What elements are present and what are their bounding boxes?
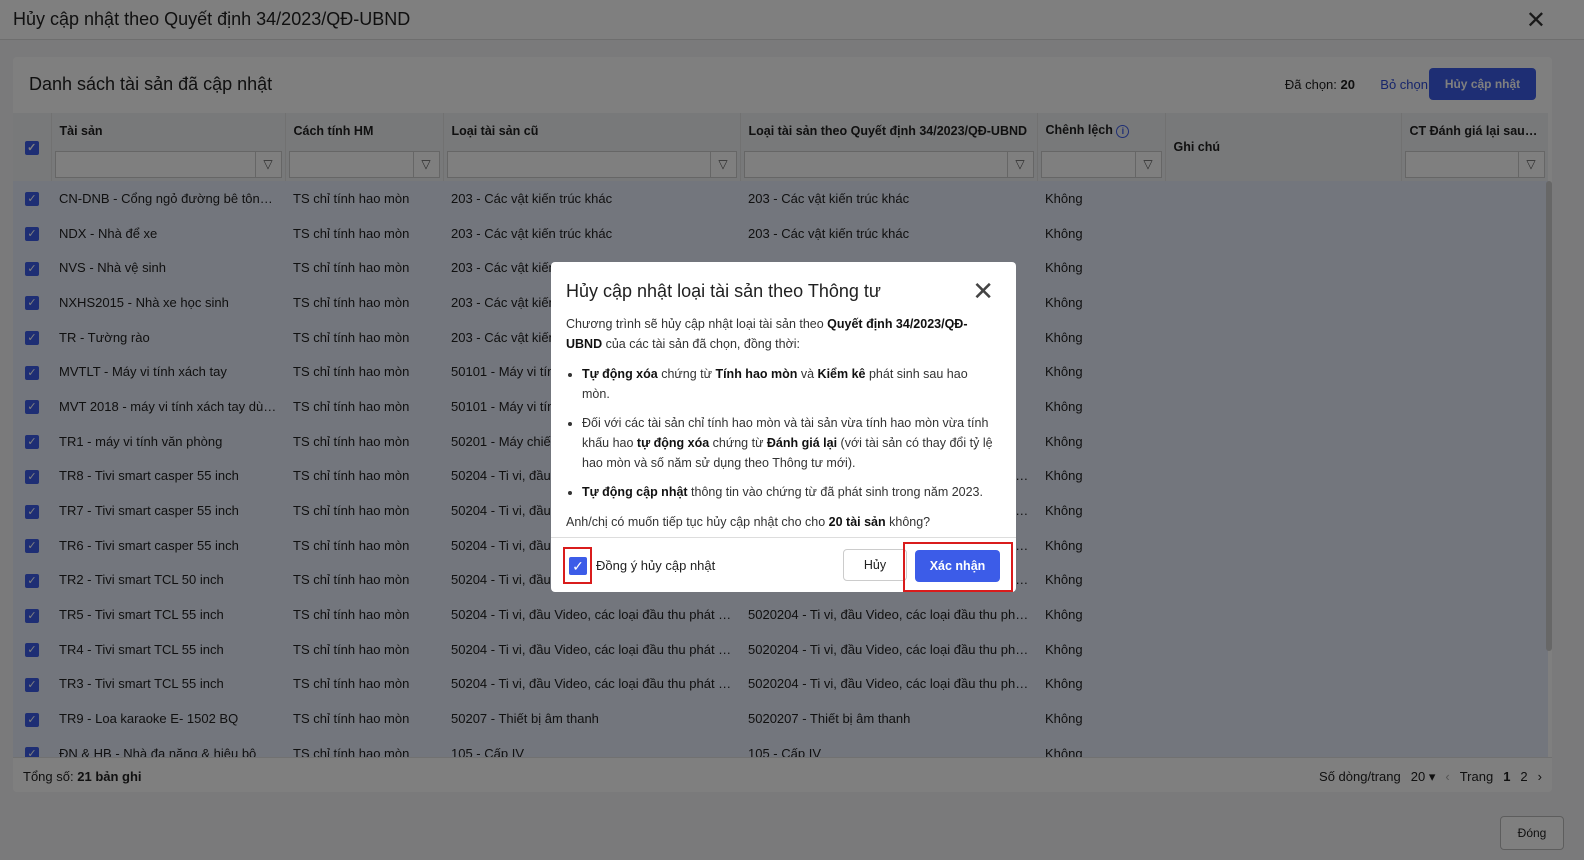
divider xyxy=(551,537,1016,538)
t: Kiểm kê xyxy=(817,367,866,381)
t: Tính hao mòn xyxy=(715,367,798,381)
dialog-close-icon[interactable]: ✕ xyxy=(972,276,994,307)
t: và xyxy=(797,367,818,381)
confirm-dialog: Hủy cập nhật loại tài sản theo Thông tư … xyxy=(551,262,1016,592)
t: 20 tài sản xyxy=(828,515,886,529)
t: tự động xóa xyxy=(636,436,710,450)
t: của các tài sản đã chọn, đồng thời: xyxy=(602,337,801,351)
t: Tự động xóa xyxy=(582,367,658,381)
dialog-cancel-button[interactable]: Hủy xyxy=(843,549,907,581)
t: Tự động cập nhật xyxy=(582,485,688,499)
t: chứng từ xyxy=(709,436,767,450)
t: Chương trình sẽ hủy cập nhật loại tài sả… xyxy=(566,317,828,331)
agree-checkbox-highlight: ✓ xyxy=(563,547,592,584)
agree-checkbox[interactable]: ✓ xyxy=(569,557,587,575)
confirm-button[interactable]: Xác nhận xyxy=(915,550,1000,582)
t: chứng từ xyxy=(657,367,716,381)
t: Đánh giá lại xyxy=(766,436,838,450)
confirm-button-highlight: Xác nhận xyxy=(903,542,1013,592)
bullet-1: Tự động xóa chứng từ Tính hao mòn và Kiể… xyxy=(582,364,996,404)
dialog-title: Hủy cập nhật loại tài sản theo Thông tư xyxy=(566,281,881,301)
dialog-body: Chương trình sẽ hủy cập nhật loại tài sả… xyxy=(566,314,996,532)
dialog-question: Anh/chị có muốn tiếp tục hủy cập nhật ch… xyxy=(566,512,996,532)
agree-label[interactable]: Đồng ý hủy cập nhật xyxy=(596,558,715,573)
bullet-3: Tự động cập nhật thông tin vào chứng từ … xyxy=(582,482,996,502)
bullet-2: Đối với các tài sản chỉ tính hao mòn và … xyxy=(582,413,996,473)
t: không? xyxy=(885,515,931,529)
t: thông tin vào chứng từ đã phát sinh tron… xyxy=(687,485,983,499)
dialog-intro: Chương trình sẽ hủy cập nhật loại tài sả… xyxy=(566,314,996,354)
t: Anh/chị có muốn tiếp tục hủy cập nhật ch… xyxy=(566,515,829,529)
